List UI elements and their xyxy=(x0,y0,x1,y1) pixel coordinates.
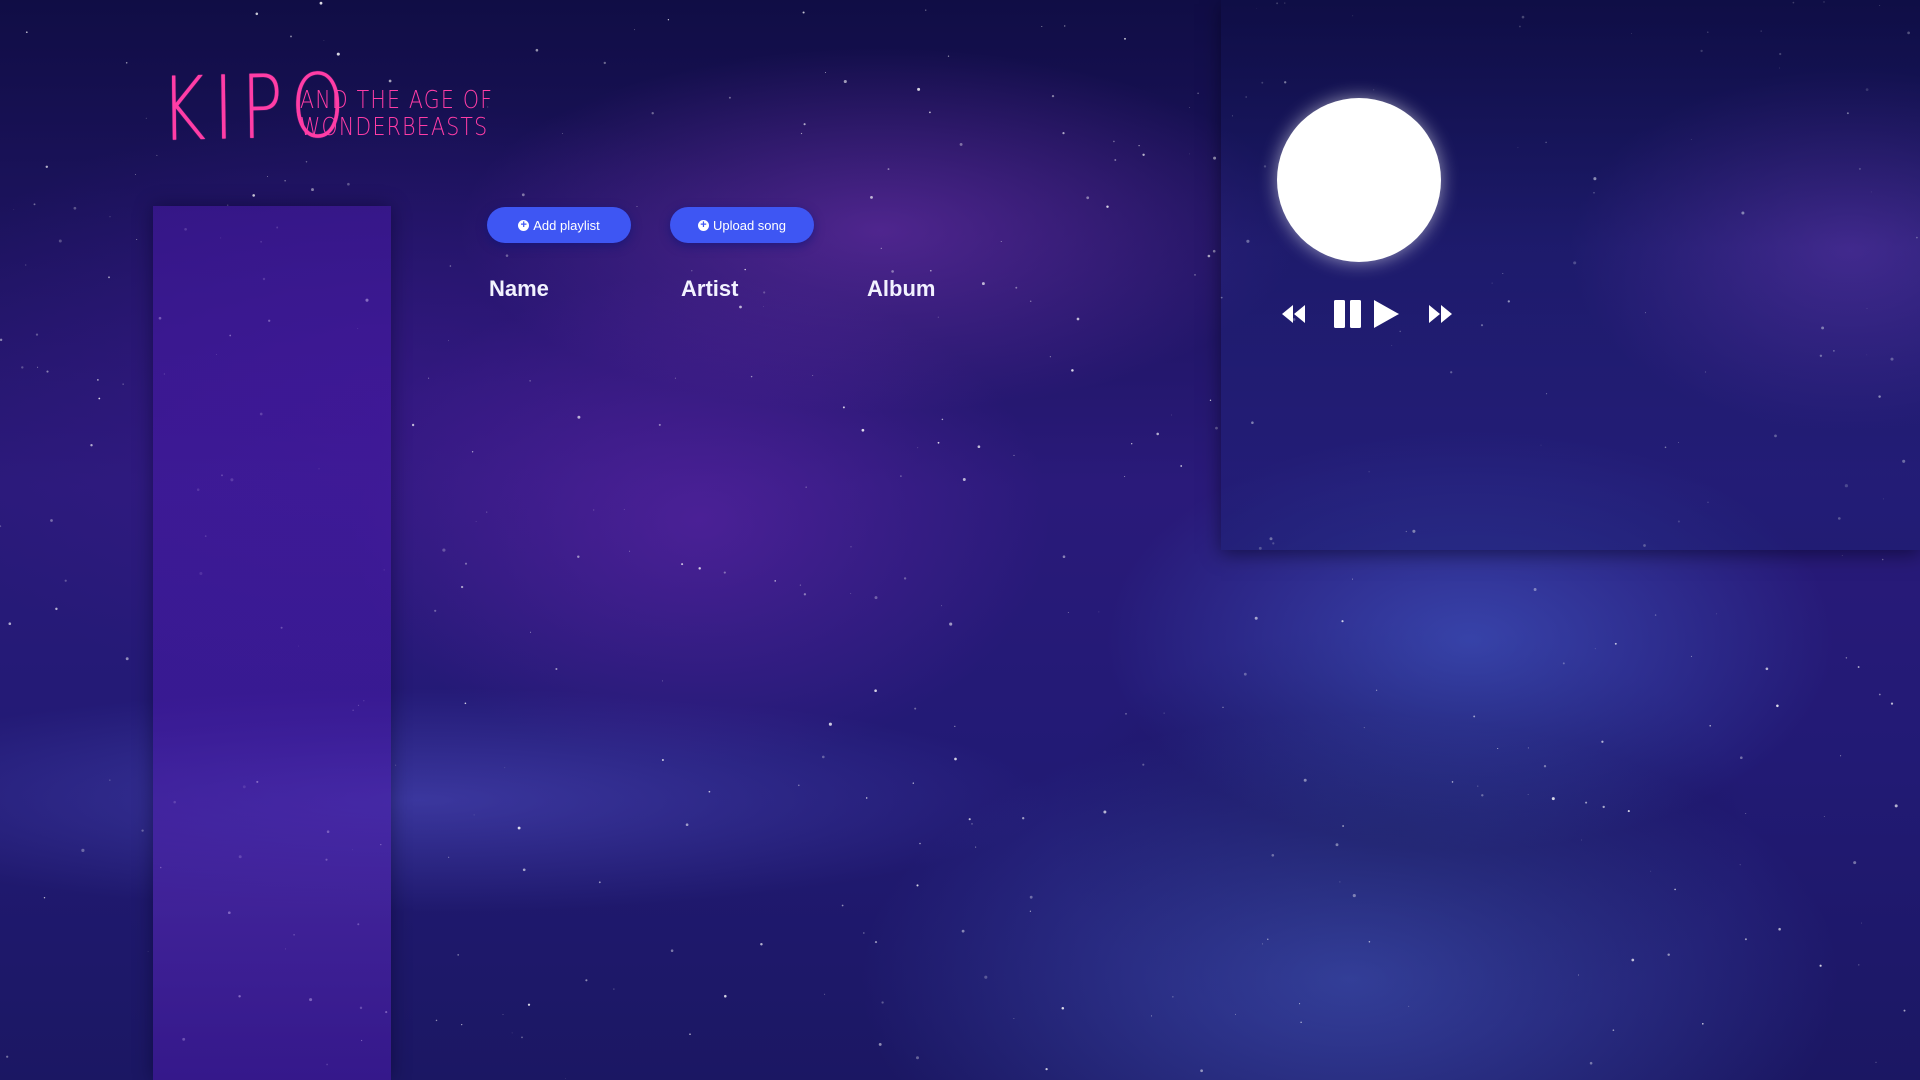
logo-subtitle-line-2: WONDERBEASTS xyxy=(300,112,489,141)
plus-circle-icon: + xyxy=(698,219,709,231)
pause-icon[interactable] xyxy=(1333,296,1363,332)
column-header-name[interactable]: Name xyxy=(489,276,549,302)
plus-circle-icon: + xyxy=(518,219,530,231)
upload-song-label: Upload song xyxy=(713,217,786,233)
playlist-sidebar xyxy=(153,206,391,1080)
column-header-artist[interactable]: Artist xyxy=(681,276,738,302)
album-art-disc xyxy=(1277,98,1441,262)
fast-forward-icon[interactable] xyxy=(1425,296,1455,332)
logo-subtitle: AND THE AGE OF WONDERBEASTS xyxy=(300,86,493,140)
app-logo: KIPO AND THE AGE OF WONDERBEASTS xyxy=(160,54,492,161)
player-controls xyxy=(1279,296,1452,332)
add-playlist-button[interactable]: + Add playlist xyxy=(487,207,631,243)
music-player-panel xyxy=(1221,0,1920,550)
add-playlist-label: Add playlist xyxy=(533,217,600,233)
upload-song-button[interactable]: + Upload song xyxy=(670,207,814,243)
play-icon[interactable] xyxy=(1371,296,1401,332)
rewind-icon[interactable] xyxy=(1279,296,1309,332)
column-header-album[interactable]: Album xyxy=(867,276,935,302)
logo-subtitle-line-1: AND THE AGE OF xyxy=(300,85,494,114)
